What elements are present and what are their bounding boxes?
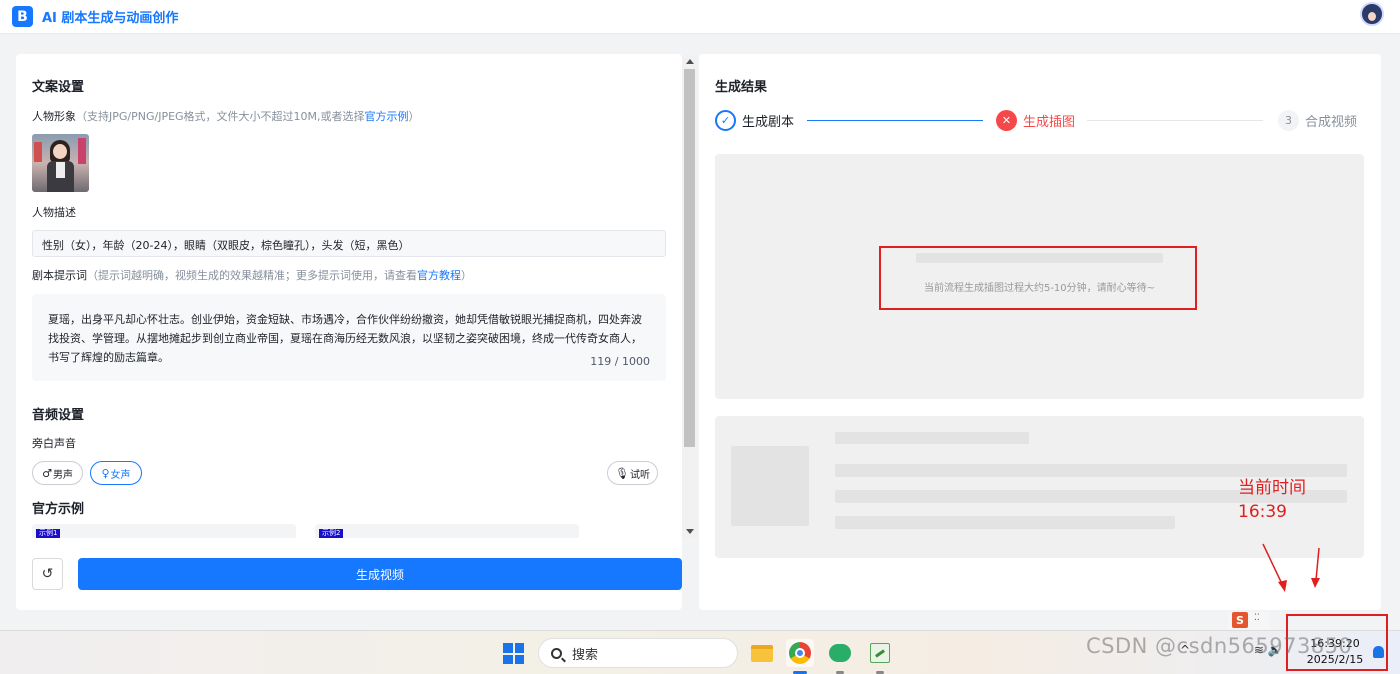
character-desc-input[interactable]: 性别（女），年龄（20-24），眼睛（双眼皮，棕色瞳孔），头发（短，黑色）	[32, 230, 666, 257]
result-title: 生成结果	[715, 80, 768, 95]
scrollbar-thumb[interactable]	[684, 69, 695, 447]
listen-label: 试听	[629, 469, 650, 481]
annotation-line-1: 当前时间	[1238, 478, 1306, 498]
settings-panel: 文案设置 人物形象（支持JPG/PNG/JPEG格式，文件大小不超过10M,或者…	[16, 54, 682, 610]
character-image-label: 人物形象（支持JPG/PNG/JPEG格式，文件大小不超过10M,或者选择官方示…	[32, 108, 420, 124]
step-compose-video: 3 合成视频	[1278, 110, 1357, 131]
copy-settings-title: 文案设置	[32, 80, 85, 95]
step-number-3: 3	[1278, 110, 1299, 131]
settings-scrollbar[interactable]	[682, 56, 697, 538]
example-tag-1: 示例1	[36, 529, 61, 538]
generate-video-button[interactable]: 生成视频	[78, 558, 682, 590]
female-icon: ♀	[101, 466, 110, 480]
top-bar: B AI 剧本生成与动画创作	[0, 0, 1400, 34]
chrome-icon[interactable]	[786, 639, 814, 667]
scroll-up-icon[interactable]	[686, 59, 694, 64]
character-image-label-text: 人物形象	[32, 110, 76, 123]
annotation-text: 当前时间 16:39	[1238, 476, 1306, 524]
official-example-link[interactable]: 官方示例	[365, 110, 409, 123]
reset-button[interactable]: ↺	[32, 558, 63, 590]
step-generate-script: ✓ 生成剧本	[715, 110, 794, 131]
app-title: AI 剧本生成与动画创作	[42, 11, 179, 26]
taskbar-search-placeholder: 搜索	[572, 647, 599, 663]
character-image-hint: （支持JPG/PNG/JPEG格式，文件大小不超过10M,或者选择	[76, 110, 365, 123]
taskbar-search[interactable]: 搜索	[538, 638, 738, 668]
app-logo: B	[12, 6, 33, 27]
skeleton-line-1	[835, 432, 1029, 444]
close-icon: ✕	[996, 110, 1017, 131]
male-icon: ♂	[42, 466, 52, 480]
annotation-arrows	[1262, 543, 1320, 592]
prompt-textarea[interactable]: 夏瑶，出身平凡却心怀壮志。创业伊始，资金短缺、市场遇冷，合作伙伴纷纷撤资，她却凭…	[32, 294, 666, 381]
search-icon	[551, 647, 562, 659]
example-tag-2: 示例2	[319, 529, 344, 538]
prompt-hint-end: ）	[461, 269, 472, 282]
microphone-icon: 🎙	[615, 466, 629, 480]
official-tutorial-link[interactable]: 官方教程	[417, 269, 461, 282]
prompt-label: 剧本提示词（提示词越明确，视频生成的效果越精准；更多提示词使用，请查看官方教程）	[32, 267, 472, 283]
annotation-highlight-box	[879, 246, 1197, 310]
step-generate-illustration: ✕ 生成插图	[996, 110, 1075, 131]
step-connector-1	[807, 120, 983, 121]
step-label-1: 生成剧本	[742, 115, 795, 130]
female-voice-label: 女声	[110, 469, 131, 481]
step-connector-2	[1087, 120, 1263, 121]
watermark: CSDN @csdn565973850	[1086, 634, 1353, 658]
file-explorer-icon[interactable]	[748, 639, 776, 667]
male-voice-option[interactable]: ♂ 男声	[32, 461, 83, 485]
prompt-char-count: 119 / 1000	[590, 355, 650, 368]
check-icon: ✓	[715, 110, 736, 131]
listen-button[interactable]: 🎙 试听	[607, 461, 658, 485]
female-voice-option[interactable]: ♀ 女声	[90, 461, 142, 485]
character-image-hint-end: ）	[408, 110, 420, 123]
result-panel: 生成结果 ✓ 生成剧本 ✕ 生成插图 3 合成视频 当前流程生成插图过程大约5-…	[699, 54, 1381, 610]
audio-settings-title: 音频设置	[32, 408, 85, 423]
floating-tray: S ⁚⁚	[1228, 612, 1270, 630]
avatar[interactable]	[1360, 2, 1384, 26]
windows-start-icon[interactable]	[503, 643, 524, 664]
more-icon[interactable]: ⁚⁚	[1254, 613, 1260, 623]
skeleton-thumb	[731, 446, 809, 526]
step-label-2: 生成插图	[1023, 115, 1076, 130]
app-icon[interactable]	[866, 639, 894, 667]
step-label-3: 合成视频	[1305, 115, 1358, 130]
example-card-2[interactable]: 示例2	[315, 524, 579, 538]
character-desc-label: 人物描述	[32, 206, 76, 219]
prompt-text: 夏瑶，出身平凡却心怀壮志。创业伊始，资金短缺、市场遇冷，合作伙伴纷纷撤资，她却凭…	[48, 313, 642, 364]
narration-label: 旁白声音	[32, 437, 76, 450]
refresh-icon: ↺	[41, 566, 54, 582]
scroll-down-icon[interactable]	[686, 529, 694, 534]
prompt-label-text: 剧本提示词	[32, 269, 87, 282]
official-examples-title: 官方示例	[32, 502, 85, 517]
settings-scroll-area[interactable]: 文案设置 人物形象（支持JPG/PNG/JPEG格式，文件大小不超过10M,或者…	[16, 54, 682, 538]
male-voice-label: 男声	[52, 469, 73, 481]
prompt-hint: （提示词越明确，视频生成的效果越精准；更多提示词使用，请查看	[87, 269, 417, 282]
example-card-1[interactable]: 示例1	[32, 524, 296, 538]
examples-row: 示例1 示例2	[32, 524, 632, 538]
input-method-icon[interactable]: S	[1232, 612, 1248, 628]
progress-steps: ✓ 生成剧本 ✕ 生成插图 3 合成视频	[715, 110, 1365, 132]
skeleton-line-4	[835, 516, 1175, 529]
character-portrait[interactable]	[32, 134, 89, 192]
annotation-line-2: 16:39	[1238, 502, 1287, 522]
wechat-icon[interactable]	[826, 639, 854, 667]
